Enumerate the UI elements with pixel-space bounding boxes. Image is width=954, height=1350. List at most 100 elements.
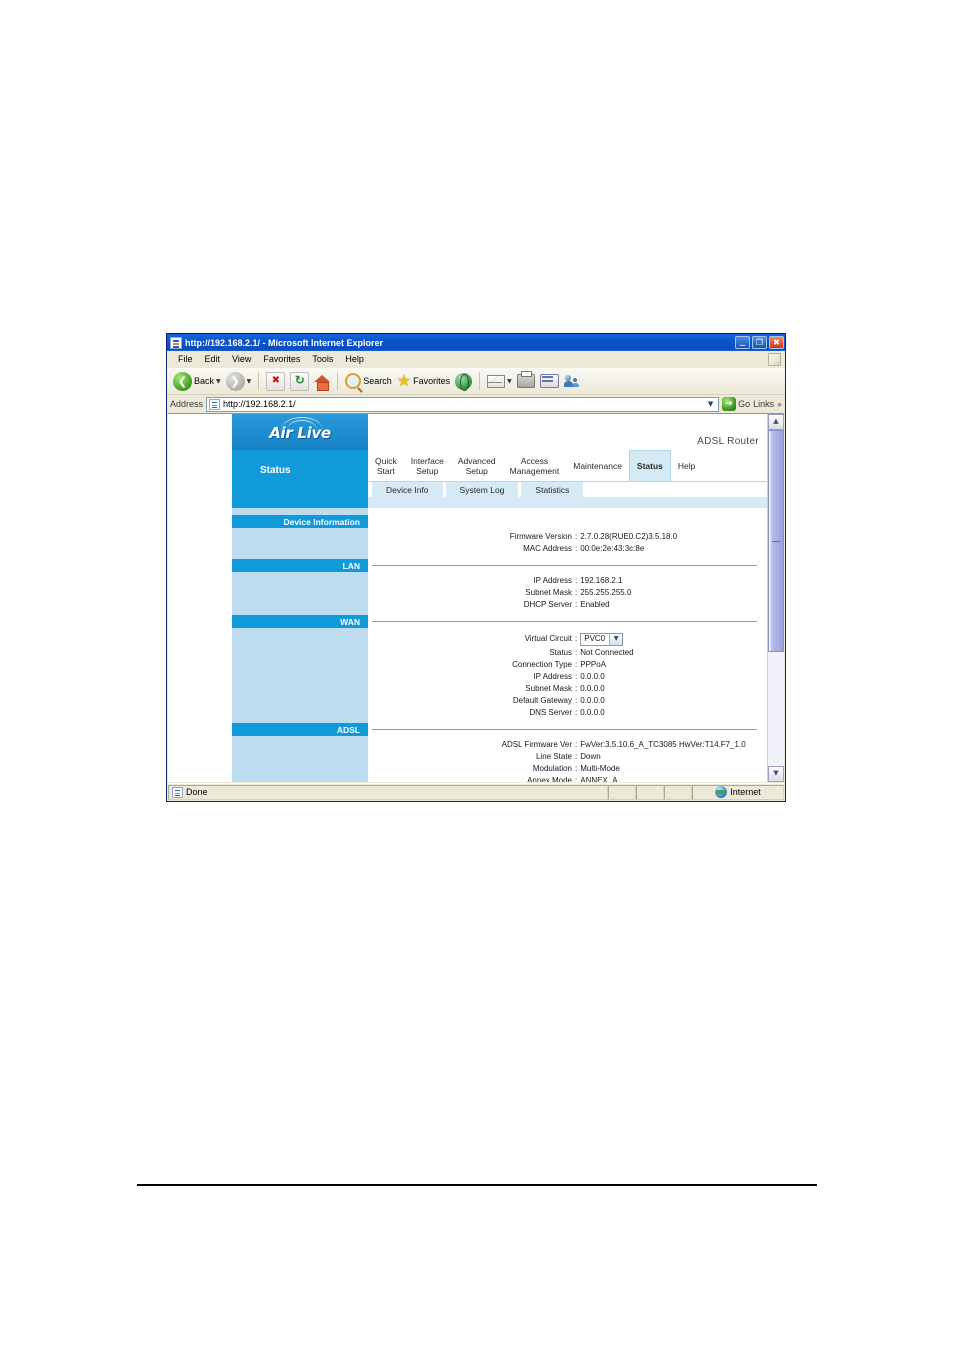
scroll-down-button[interactable]: ▼ xyxy=(768,766,784,782)
links-button[interactable]: Links xyxy=(753,399,774,409)
field-value-lan-ip-address: 192.168.2.1 xyxy=(580,576,623,585)
mail-icon xyxy=(487,374,506,388)
window-title: http://192.168.2.1/ - Microsoft Internet… xyxy=(185,337,384,348)
colon: : xyxy=(575,576,578,585)
media-button[interactable] xyxy=(453,372,474,391)
search-icon xyxy=(345,373,362,389)
brand-logo: Air Live xyxy=(232,414,368,450)
subtab-device-info[interactable]: Device Info xyxy=(372,482,443,497)
mail-button[interactable]: ▼ xyxy=(485,374,514,388)
section-wan: WAN xyxy=(232,615,767,628)
tab-quick-start[interactable]: Quick Start xyxy=(368,450,404,481)
minimize-button[interactable]: _ xyxy=(735,334,750,349)
tab-maintenance[interactable]: Maintenance xyxy=(566,450,629,481)
virtual-circuit-select[interactable]: PVC0 ▼ xyxy=(580,632,624,646)
subtab-statistics[interactable]: Statistics xyxy=(521,482,584,497)
page-title: ADSL Router xyxy=(697,436,759,447)
field-label-lan-subnet-mask: Subnet Mask xyxy=(525,588,572,597)
close-button[interactable]: ✖ xyxy=(769,336,784,349)
colon: : xyxy=(575,672,578,681)
edit-button[interactable] xyxy=(538,374,561,388)
field-value-modulation: Multi-Mode xyxy=(580,764,620,773)
colon: : xyxy=(575,588,578,597)
menu-item-favorites[interactable]: Favorites xyxy=(257,354,306,364)
section-band-lan: LAN xyxy=(232,559,368,572)
scrollbar-thumb[interactable] xyxy=(768,430,784,652)
router-header: Air Live ADSL Router xyxy=(232,414,767,450)
title-bar: http://192.168.2.1/ - Microsoft Internet… xyxy=(167,334,785,351)
scrollbar-track[interactable] xyxy=(768,430,784,766)
menu-item-help[interactable]: Help xyxy=(339,354,370,364)
tab-access-management[interactable]: Access Management xyxy=(503,450,567,481)
menu-item-view[interactable]: View xyxy=(226,354,257,364)
chevron-down-icon-select[interactable]: ▼ xyxy=(609,633,623,645)
home-button[interactable] xyxy=(312,374,332,391)
sub-nav-row: Device Info System Log Statistics xyxy=(232,482,767,497)
star-icon: ★ xyxy=(396,371,412,390)
forward-arrow-icon: ❯ xyxy=(225,371,245,391)
refresh-button[interactable] xyxy=(288,371,311,391)
colon: : xyxy=(575,764,578,773)
field-value-wan-ip-address: 0.0.0.0 xyxy=(580,672,605,681)
main-nav-tabs: Quick Start Interface Setup Advanced Set… xyxy=(368,450,767,482)
table-row: Connection Type : PPPoA xyxy=(368,659,767,671)
toolbar-divider-3 xyxy=(479,372,481,390)
stop-icon xyxy=(266,371,286,391)
field-value-firmware-version: 2.7.0.28(RUE0.C2)3.5.18.0 xyxy=(580,532,678,541)
toolbar-overflow-icon[interactable]: » xyxy=(777,400,782,409)
back-button[interactable]: ❮ Back ▼ xyxy=(171,371,223,391)
forward-button[interactable]: ❯ ▼ xyxy=(224,371,254,391)
rows-left-wan xyxy=(232,628,368,723)
go-arrow-icon xyxy=(722,397,737,411)
document-viewport: Air Live ADSL Router Status Quick Start … xyxy=(168,413,784,782)
address-bar: Address http://192.168.2.1/ ▼ Go Links » xyxy=(167,395,785,414)
tab-status[interactable]: Status xyxy=(628,450,671,481)
edit-page-icon xyxy=(539,374,559,388)
status-message-pane: Done xyxy=(168,784,608,800)
address-dropdown-icon[interactable]: ▼ xyxy=(703,398,718,411)
chevron-down-icon-forward[interactable]: ▼ xyxy=(247,378,252,385)
address-label: Address xyxy=(170,399,204,409)
go-button[interactable]: Go xyxy=(722,397,750,411)
rows-left-device-information xyxy=(232,528,368,559)
menu-item-edit[interactable]: Edit xyxy=(199,354,227,364)
field-label-wan-status: Status xyxy=(549,648,572,657)
menu-item-tools[interactable]: Tools xyxy=(306,354,339,364)
vertical-scrollbar[interactable]: ▲ ▼ xyxy=(767,414,784,782)
subtab-system-log[interactable]: System Log xyxy=(445,482,519,497)
address-input[interactable]: http://192.168.2.1/ ▼ xyxy=(206,396,720,412)
page-favicon xyxy=(209,398,221,410)
section-indicator: Status xyxy=(232,450,368,482)
main-nav-row: Status Quick Start Interface Setup Advan… xyxy=(232,450,767,482)
section-device-information: Device Information xyxy=(232,515,767,528)
stop-button[interactable] xyxy=(264,371,287,391)
field-label-mac-address: MAC Address xyxy=(523,544,572,553)
menu-item-file[interactable]: File xyxy=(172,354,199,364)
print-button[interactable] xyxy=(515,371,537,388)
scroll-up-button[interactable]: ▲ xyxy=(768,414,784,430)
favorites-button[interactable]: ★ Favorites xyxy=(395,371,452,390)
rows-right-wan: Virtual Circuit : PVC0 ▼ Status: Not Co… xyxy=(368,628,767,723)
rows-left-lan xyxy=(232,572,368,615)
nav-underline-right xyxy=(368,497,767,508)
tab-advanced-setup[interactable]: Advanced Setup xyxy=(451,450,503,481)
section-adsl: ADSL xyxy=(232,723,767,736)
restore-button[interactable]: ❐ xyxy=(752,336,767,349)
section-band-adsl: ADSL xyxy=(232,723,368,736)
search-button[interactable]: Search xyxy=(343,373,394,389)
tab-help[interactable]: Help xyxy=(671,450,702,481)
status-page-icon xyxy=(172,786,183,798)
windows-flag-icon xyxy=(768,353,781,366)
status-message: Done xyxy=(186,787,208,797)
sub-nav-spacer xyxy=(232,482,368,497)
chevron-down-icon[interactable]: ▼ xyxy=(216,378,221,385)
chevron-down-icon-mail[interactable]: ▼ xyxy=(507,378,512,385)
browser-window: http://192.168.2.1/ - Microsoft Internet… xyxy=(166,333,786,802)
field-value-annex-mode: ANNEX_A xyxy=(580,776,618,782)
messenger-button[interactable] xyxy=(562,374,583,388)
field-value-virtual-circuit: PVC0 ▼ xyxy=(580,632,767,646)
colon: : xyxy=(575,532,578,541)
colon: : xyxy=(575,776,578,782)
tab-interface-setup[interactable]: Interface Setup xyxy=(404,450,451,481)
colon: : xyxy=(575,544,578,553)
